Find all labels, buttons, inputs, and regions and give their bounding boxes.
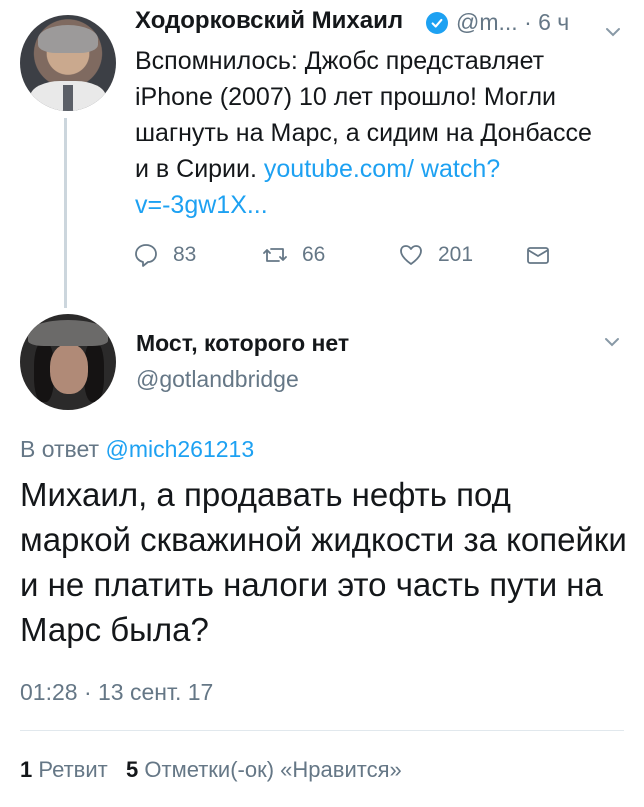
reply-icon <box>135 244 157 267</box>
author-handle[interactable]: @gotlandbridge <box>136 366 299 393</box>
avatar[interactable] <box>20 15 116 111</box>
like-count: 201 <box>438 243 474 266</box>
author-name[interactable]: Ходорковский Михаил <box>135 7 403 35</box>
retweet-stat-label: Ретвит <box>32 757 127 782</box>
chevron-down-icon[interactable] <box>601 20 625 44</box>
tweet-text: Михаил, а продавать нефть под маркой скв… <box>20 476 627 648</box>
like-stat-label: Отметки(-ок) «Нравится» <box>138 757 402 782</box>
retweet-icon <box>263 248 287 262</box>
retweet-count: 66 <box>302 243 326 266</box>
author-handle-time[interactable]: @m... · 6 ч <box>456 9 569 36</box>
reply-count: 83 <box>173 243 197 266</box>
author-name[interactable]: Мост, которого нет <box>136 330 349 357</box>
heart-icon <box>400 245 422 265</box>
retweet-stat[interactable]: 1 Ретвит <box>20 757 126 782</box>
direct-message-button[interactable] <box>525 242 551 268</box>
reply-button[interactable]: 83 <box>133 242 196 268</box>
engagement-stats: 1 Ретвит 5 Отметки(-ок) «Нравится» <box>20 757 402 783</box>
tweet-text: Вспомнилось: Джобс представляет iPhone (… <box>135 43 605 223</box>
retweet-button[interactable]: 66 <box>262 242 325 268</box>
avatar[interactable] <box>20 314 116 410</box>
retweet-stat-count: 1 <box>20 757 33 782</box>
reply-prefix: В ответ <box>20 436 106 462</box>
tweet-timestamp[interactable]: 01:28 · 13 сент. 17 <box>20 679 213 706</box>
chevron-down-icon[interactable] <box>600 330 624 354</box>
thread-connector-line <box>64 118 67 308</box>
envelope-icon <box>527 247 549 264</box>
like-button[interactable]: 201 <box>398 242 473 268</box>
verified-badge-icon <box>426 12 448 34</box>
divider <box>20 730 624 731</box>
like-stat[interactable]: 5 Отметки(-ок) «Нравится» <box>126 757 402 782</box>
reply-mention-link[interactable]: @mich261213 <box>105 436 254 462</box>
reply-context: В ответ @mich261213 <box>20 436 254 463</box>
like-stat-count: 5 <box>126 757 139 782</box>
